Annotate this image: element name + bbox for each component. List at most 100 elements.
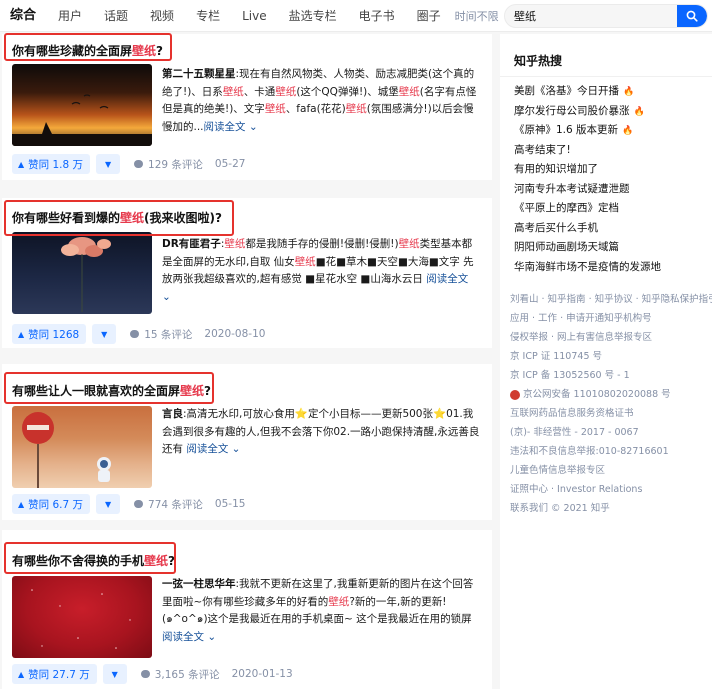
comment-link[interactable]: 3,165 条评论 2020-01-13 [140, 667, 293, 682]
tab-users[interactable]: 用户 [58, 0, 82, 32]
footer-license: 京 ICP 证 110745 号 [510, 351, 603, 362]
answer-excerpt: DR有匪君子:壁纸都是我随手存的侵删!侵删!侵删!)壁纸类型基本都是全面屏的无水… [162, 238, 474, 303]
answer-date: 2020-01-13 [231, 668, 293, 680]
flower-image [61, 237, 111, 312]
search-type-tabs: 综合 用户 话题 视频 专栏 Live 盐选专栏 电子书 圈子 时间不限 ⇕ [0, 0, 513, 32]
hot-search-item[interactable]: 美剧《洛基》今日开播 🔥 [514, 82, 661, 102]
hot-search-item[interactable]: 华南海鲜市场不是疫情的发源地 [514, 258, 661, 278]
tab-columns[interactable]: 专栏 [196, 0, 220, 32]
hot-search-item[interactable]: 河南专升本考试疑遭泄题 [514, 180, 661, 200]
read-more-link[interactable]: 阅读全文 ⌄ [162, 631, 216, 643]
tab-salt-columns[interactable]: 盐选专栏 [289, 0, 337, 32]
hot-search-item[interactable]: 摩尔发行母公司股价暴涨 🔥 [514, 102, 661, 122]
hot-search-item[interactable]: 《原神》1.6 版本更新 🔥 [514, 121, 661, 141]
answer-actions: ▲ 赞同 1268 ▼ 15 条评论 2020-08-10 [12, 324, 265, 344]
read-more-link[interactable]: 阅读全文 ⌄ [204, 121, 258, 133]
footer-police-record[interactable]: 京公网安备 11010802020088 号 [510, 385, 710, 404]
footer-links[interactable]: 侵权举报 · 网上有害信息举报专区 [510, 328, 710, 347]
sign-astronaut-image [22, 412, 111, 488]
tab-live[interactable]: Live [242, 0, 267, 32]
answer-thumbnail-image[interactable] [12, 64, 152, 146]
police-badge-icon [510, 389, 520, 400]
upvote-button[interactable]: ▲ 赞同 27.7 万 [12, 664, 97, 684]
footer-license: (京)- 非经营性 - 2017 - 0067 [510, 427, 639, 438]
hot-search-title: 知乎热搜 [514, 54, 563, 68]
footer-links[interactable]: 应用 · 工作 · 申请开通知乎机构号 [510, 309, 710, 328]
answer-excerpt: 第二十五颗星星:现在有自然风物类、人物类、励志减肥类(这个真的绝了!)、日系壁纸… [162, 68, 477, 133]
answer-actions: ▲ 赞同 1.8 万 ▼ 129 条评论 05-27 [12, 154, 245, 174]
hot-search-item[interactable]: 有用的知识增加了 [514, 160, 661, 180]
question-title[interactable]: 你有哪些好看到爆的壁纸(我来收图啦)? [12, 209, 222, 226]
tab-ebooks[interactable]: 电子书 [359, 0, 395, 32]
answer-date: 2020-08-10 [204, 328, 266, 340]
search-result-card: 你有哪些珍藏的全面屏壁纸? 第二十五颗星星:现在有自然风物类、人物类、励志减肥类… [2, 34, 492, 180]
top-nav-bar: 综合 用户 话题 视频 专栏 Live 盐选专栏 电子书 圈子 时间不限 ⇕ [0, 0, 712, 32]
answer-excerpt: 一弦一柱思华年:我就不更新在这里了,我重新更新的图片在这个回答里面啦~你有哪些珍… [162, 578, 474, 643]
downvote-triangle-icon: ▼ [104, 499, 112, 509]
upvote-triangle-icon: ▲ [18, 159, 25, 169]
read-more-link[interactable]: 阅读全文 ⌄ [186, 443, 240, 455]
time-filter-label: 时间不限 [454, 9, 499, 23]
comment-link[interactable]: 129 条评论 05-27 [134, 157, 245, 172]
search-input[interactable] [505, 5, 677, 27]
footer-links[interactable]: 证照中心 · Investor Relations [510, 480, 710, 499]
upvote-button[interactable]: ▲ 赞同 1268 [12, 324, 87, 344]
footer-links[interactable]: 刘看山 · 知乎指南 · 知乎协议 · 知乎隐私保护指引 [510, 290, 712, 309]
footer-contact[interactable]: 联系我们 © 2021 知乎 [510, 499, 710, 518]
upvote-triangle-icon: ▲ [18, 669, 25, 679]
downvote-button[interactable]: ▼ [92, 324, 117, 344]
question-title[interactable]: 有哪些你不舍得换的手机壁纸? [12, 552, 175, 569]
red-texture-image [31, 589, 131, 649]
tab-topics[interactable]: 话题 [104, 0, 128, 32]
fire-icon: 🔥 [633, 106, 645, 117]
answer-actions: ▲ 赞同 6.7 万 ▼ 774 条评论 05-15 [12, 494, 245, 514]
comment-icon [134, 160, 144, 168]
answer-excerpt: 言良:高清无水印,可放心食用⭐定个小目标——更新500张⭐01.我会遇到很多有趣… [162, 408, 480, 455]
search-result-card: 有哪些你不舍得换的手机壁纸? 一弦一柱思华年:我就不更新在这里了,我重新更新的图… [2, 530, 492, 689]
downvote-button[interactable]: ▼ [96, 154, 121, 174]
footer-links[interactable]: 儿童色情信息举报专区 [510, 461, 710, 480]
comment-link[interactable]: 15 条评论 2020-08-10 [130, 327, 265, 342]
downvote-triangle-icon: ▼ [111, 669, 118, 679]
search-box [504, 4, 708, 28]
upvote-button[interactable]: ▲ 赞同 1.8 万 [12, 154, 91, 174]
fire-icon: 🔥 [623, 87, 635, 97]
tab-videos[interactable]: 视频 [150, 0, 174, 32]
hot-search-item[interactable]: 《平原上的摩西》定档 [514, 199, 661, 219]
fire-icon: 🔥 [622, 126, 634, 136]
upvote-triangle-icon: ▲ [18, 499, 25, 509]
downvote-button[interactable]: ▼ [102, 664, 127, 684]
upvote-triangle-icon: ▲ [18, 329, 25, 339]
silhouette-image [12, 94, 152, 146]
question-title[interactable]: 你有哪些珍藏的全面屏壁纸? [12, 42, 163, 59]
downvote-triangle-icon: ▼ [101, 329, 108, 339]
upvote-button[interactable]: ▲ 赞同 6.7 万 [12, 494, 91, 514]
search-button[interactable] [677, 5, 707, 27]
right-sidebar: 知乎热搜 美剧《洛基》今日开播 🔥 摩尔发行母公司股价暴涨 🔥 《原神》1.6 版本… [500, 34, 712, 689]
search-result-card: 你有哪些好看到爆的壁纸(我来收图啦)? DR有匪君子:壁纸都是我随手存的侵删!侵… [2, 198, 492, 348]
footer-icp[interactable]: 京 ICP 备 13052560 号 - 1 [510, 366, 710, 385]
comment-link[interactable]: 774 条评论 05-15 [134, 497, 245, 512]
footer-links[interactable]: 互联网药品信息服务资格证书 [510, 404, 710, 423]
answer-date: 05-15 [214, 498, 246, 510]
downvote-triangle-icon: ▼ [104, 159, 112, 169]
comment-icon [130, 330, 140, 338]
hot-search-item[interactable]: 阴阳师动画剧场天域篇 [514, 238, 661, 258]
answer-actions: ▲ 赞同 27.7 万 ▼ 3,165 条评论 2020-01-13 [12, 664, 293, 684]
divider [500, 76, 712, 77]
hot-search-item[interactable]: 高考结束了! [514, 141, 661, 161]
tab-comprehensive[interactable]: 综合 [10, 0, 36, 32]
question-title[interactable]: 有哪些让人一眼就喜欢的全面屏壁纸? [12, 382, 211, 399]
comment-icon [140, 670, 150, 678]
tab-circles[interactable]: 圈子 [417, 0, 441, 32]
downvote-button[interactable]: ▼ [96, 494, 121, 514]
search-result-card: 有哪些让人一眼就喜欢的全面屏壁纸? 言良:高清无水印,可放心食用⭐定个小目标——… [2, 364, 492, 520]
answer-thumbnail-image[interactable] [12, 406, 152, 488]
answer-thumbnail-image[interactable] [12, 576, 152, 658]
search-icon [686, 10, 698, 22]
hot-search-item[interactable]: 高考后买什么手机 [514, 219, 661, 239]
comment-icon [134, 500, 144, 508]
answer-thumbnail-image[interactable] [12, 232, 152, 314]
footer-report-phone: 违法和不良信息举报:010-82716601 [510, 446, 669, 457]
answer-date: 05-27 [214, 158, 246, 170]
